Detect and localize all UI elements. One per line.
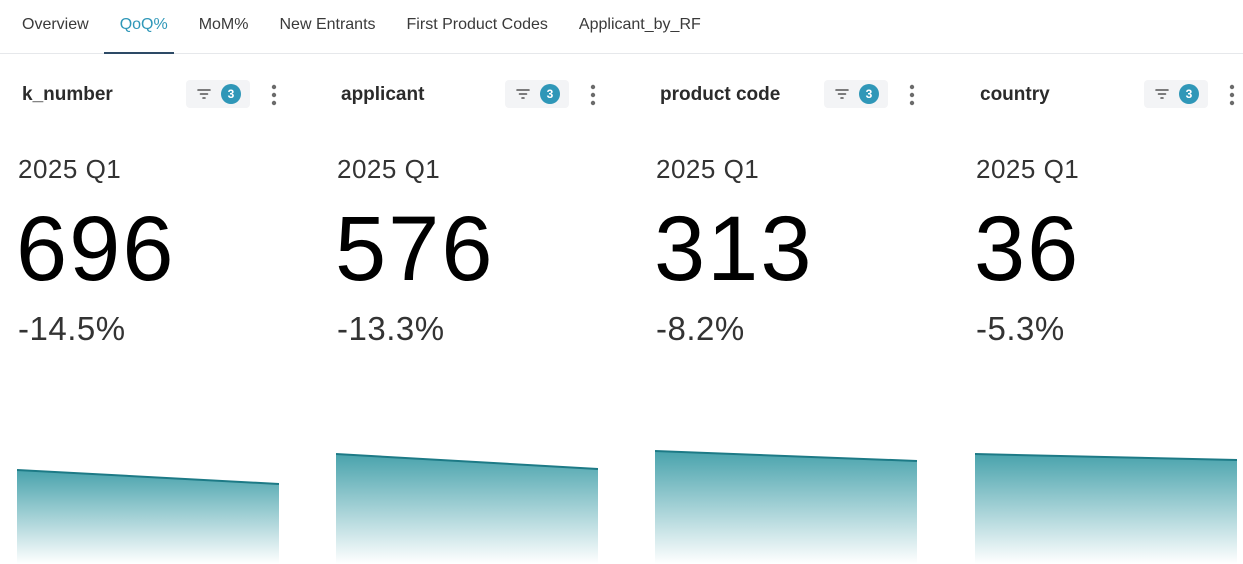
kpi-value: 313 [654,198,814,300]
card-header: product code 3 [660,80,956,110]
kpi-change: -14.5% [18,310,126,347]
filter-icon [1155,89,1169,99]
tab-overview[interactable]: Overview [22,0,89,53]
filter-button[interactable]: 3 [186,80,250,108]
card-title: country [980,84,1050,105]
kpi-value: 36 [974,198,1081,300]
filter-icon [835,89,849,99]
kpi-value: 696 [16,198,176,300]
period-label: 2025 Q1 [976,154,1080,184]
filter-count-badge: 3 [1179,84,1199,104]
tab-qoq[interactable]: QoQ% [103,0,174,54]
period-label: 2025 Q1 [656,154,760,184]
sparkline-area [17,469,279,564]
tab-bar: Overview QoQ% MoM% New Entrants First Pr… [0,0,1243,54]
tab-mom[interactable]: MoM% [199,0,249,53]
more-vertical-icon[interactable] [906,82,918,108]
kpi-value: 576 [335,198,495,300]
tab-applicant-by-rf[interactable]: Applicant_by_RF [579,0,701,53]
filter-button[interactable]: 3 [1144,80,1208,108]
card-title: product code [660,84,781,105]
more-vertical-icon[interactable] [587,82,599,108]
card-header: country 3 [980,80,1243,110]
filter-icon [516,89,530,99]
more-vertical-icon[interactable] [1226,82,1238,108]
sparkline-area [975,453,1237,564]
filter-button[interactable]: 3 [824,80,888,108]
period-label: 2025 Q1 [337,154,441,184]
card-header: applicant 3 [341,80,637,110]
filter-count-badge: 3 [221,84,241,104]
kpi-change: -13.3% [337,310,445,347]
kpi-card-country: country 3 2025 Q1 36 -5.3% [974,54,1243,564]
tab-new-entrants[interactable]: New Entrants [279,0,375,53]
sparkline-area [655,450,917,564]
filter-count-badge: 3 [540,84,560,104]
card-title: applicant [341,84,425,105]
sparkline-area [336,453,598,564]
kpi-card-applicant: applicant 3 2025 Q1 576 -13.3% [335,54,637,564]
kpi-card-grid: k_number 3 2025 Q1 696 -14.5% applicant … [0,54,1243,564]
filter-button[interactable]: 3 [505,80,569,108]
filter-count-badge: 3 [859,84,879,104]
more-vertical-icon[interactable] [268,82,280,108]
period-label: 2025 Q1 [18,154,122,184]
tab-first-product-codes[interactable]: First Product Codes [407,0,548,53]
card-title: k_number [22,84,113,105]
kpi-change: -5.3% [976,310,1065,347]
filter-icon [197,89,211,99]
kpi-change: -8.2% [656,310,745,347]
kpi-card-k-number: k_number 3 2025 Q1 696 -14.5% [16,54,318,564]
kpi-card-product-code: product code 3 2025 Q1 313 -8.2% [654,54,956,564]
card-header: k_number 3 [22,80,318,110]
